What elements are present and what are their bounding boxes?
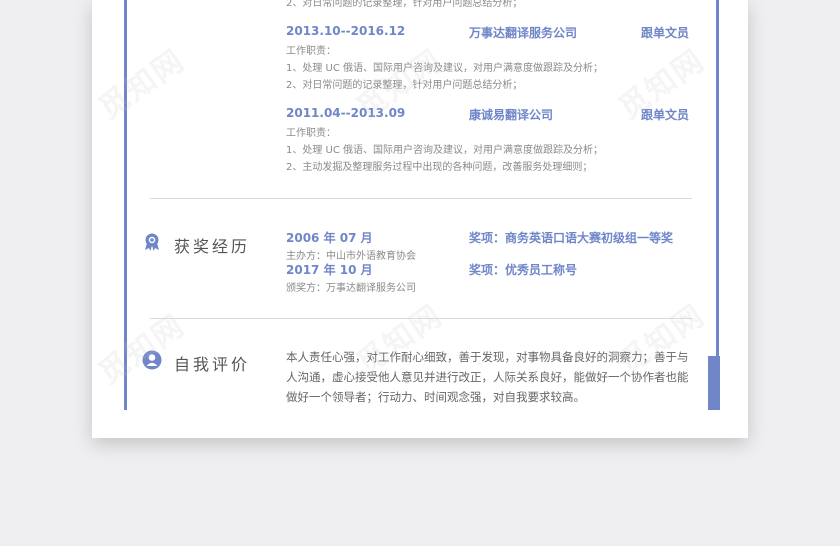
award-icon: [145, 233, 159, 251]
award-date: 2006 年 07 月: [286, 231, 373, 245]
frame-right-block: [708, 356, 720, 410]
section-title-self: 自我评价: [174, 355, 251, 374]
work-date: 2013.10--2016.12: [286, 24, 406, 38]
work-duty-label: 工作职责：: [286, 128, 336, 139]
work-company: 万事达翻译服务公司: [469, 26, 578, 40]
section-title-awards: 获奖经历: [174, 237, 251, 256]
work-company: 康诚易翻译公司: [469, 108, 554, 122]
award-name: 奖项：商务英语口语大赛初级组一等奖: [469, 231, 674, 245]
award-org: 颁奖方：万事达翻译服务公司: [286, 283, 416, 294]
award-org: 主办方：中山市外语教育协会: [286, 251, 416, 262]
section-divider: [150, 198, 692, 199]
work-duty-label: 工作职责：: [286, 46, 336, 57]
partial-duty-line: 2、对日常问题的记录整理，针对用户问题总结分析；: [286, 0, 523, 9]
work-duty-item: 1、处理 UC 俄语、国际用户咨询及建议，对用户满意度做跟踪及分析；: [286, 145, 604, 156]
frame-right-bar: [716, 0, 719, 356]
award-name: 奖项：优秀员工称号: [469, 263, 578, 277]
award-date: 2017 年 10 月: [286, 263, 373, 277]
work-duty-item: 2、主动发掘及整理服务过程中出现的各种问题，改善服务处理细则；: [286, 162, 593, 173]
